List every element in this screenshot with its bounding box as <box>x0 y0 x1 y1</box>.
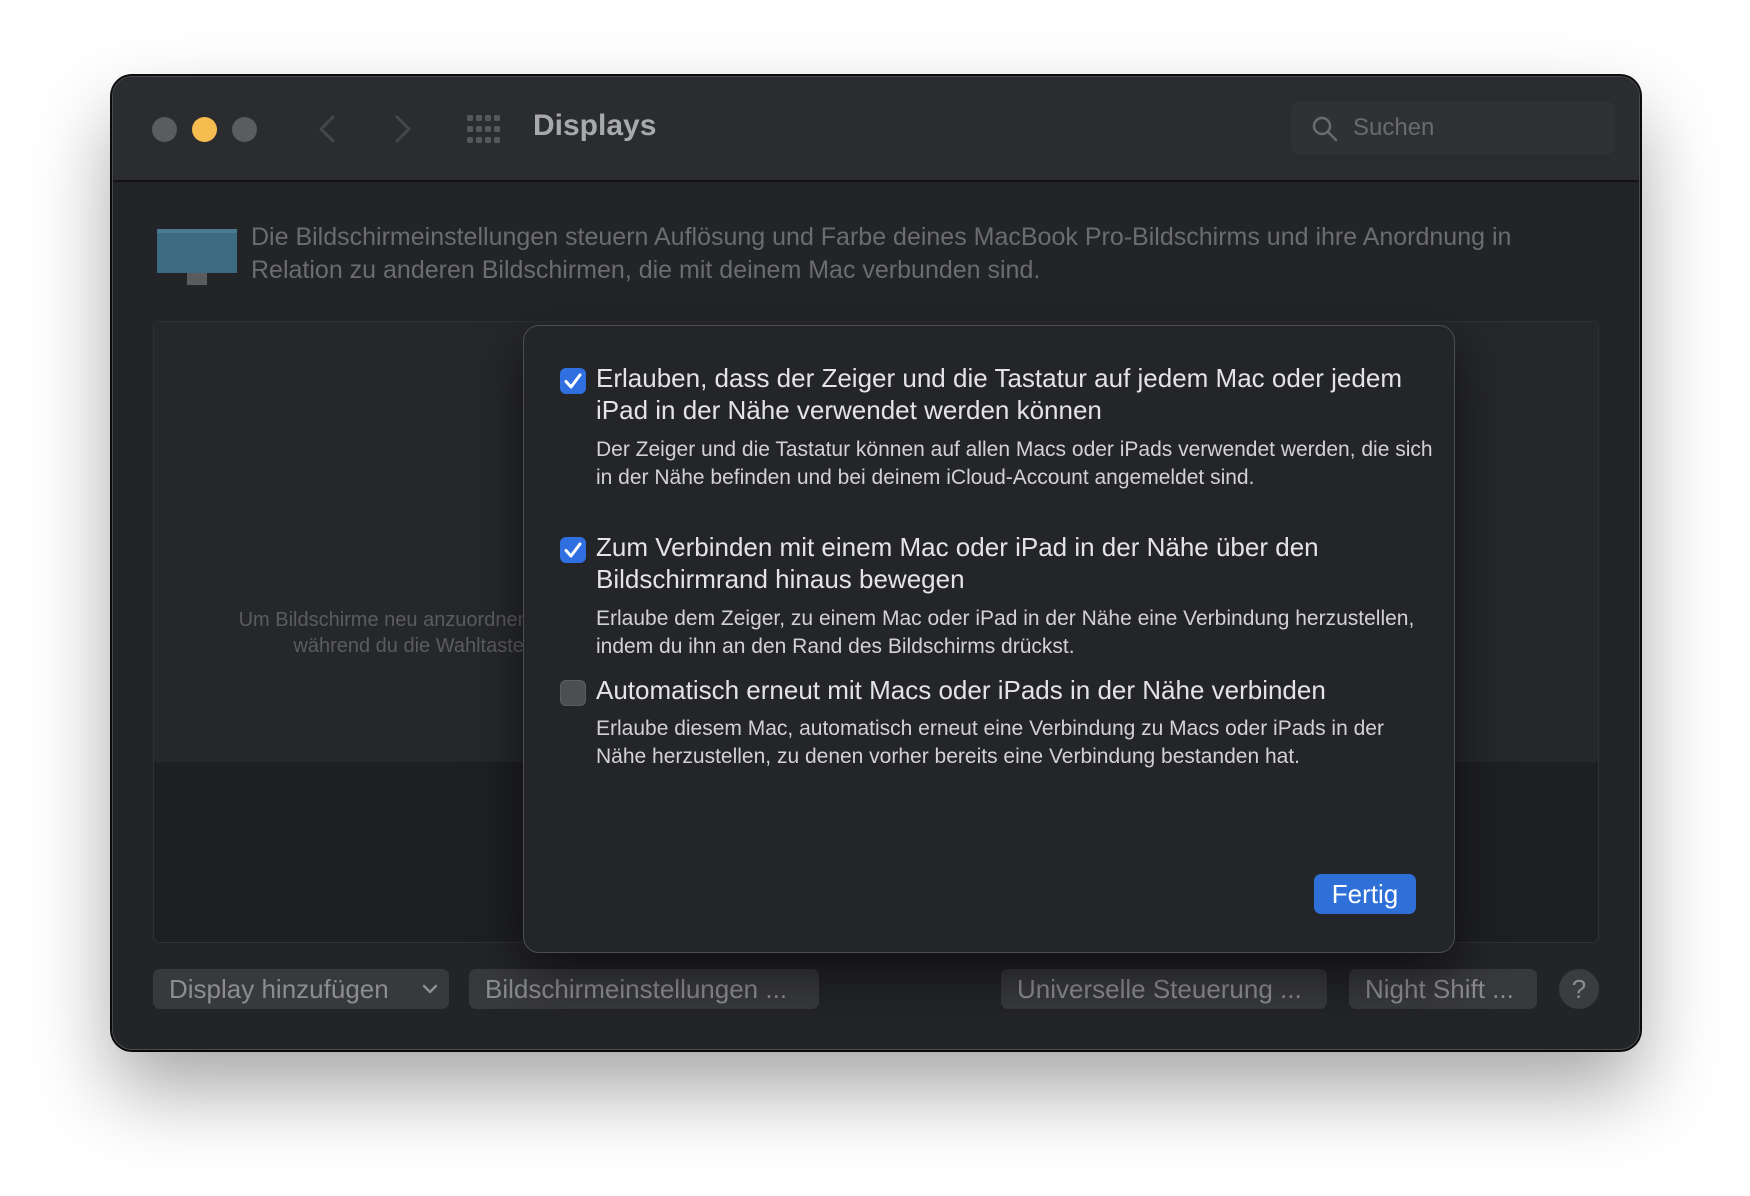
search-field[interactable] <box>1291 101 1615 155</box>
grid-icon[interactable] <box>465 113 503 145</box>
chevron-right-icon[interactable] <box>387 111 417 147</box>
add-display-button[interactable]: Display hinzufügen <box>153 969 449 1009</box>
minimize-icon[interactable] <box>192 117 217 142</box>
checkmark-icon <box>564 373 582 389</box>
universal-control-sheet: Erlauben, dass der Zeiger und die Tastat… <box>523 325 1455 953</box>
option-label: Automatisch erneut mit Macs oder iPads i… <box>596 675 1326 705</box>
option-label: Erlauben, dass der Zeiger und die Tastat… <box>596 363 1402 425</box>
chevron-left-icon[interactable] <box>313 111 343 147</box>
help-button[interactable]: ? <box>1559 969 1599 1009</box>
night-shift-button[interactable]: Night Shift ... <box>1349 969 1537 1009</box>
option-description: Der Zeiger und die Tastatur können auf a… <box>596 438 1433 489</box>
monitor-icon <box>157 229 237 285</box>
checkmark-icon <box>564 542 582 558</box>
done-button[interactable]: Fertig <box>1314 874 1416 914</box>
window-title: Displays <box>533 109 657 142</box>
push-through-edge-checkbox[interactable] <box>560 537 586 563</box>
add-display-label: Display hinzufügen <box>169 974 389 1004</box>
universal-control-button[interactable]: Universelle Steuerung ... <box>1001 969 1327 1009</box>
system-preferences-window: Displays Die Bildschirmeinstellungen ste… <box>112 76 1640 1050</box>
option-description: Erlaube dem Zeiger, zu einem Mac oder iP… <box>596 607 1415 658</box>
maximize-icon[interactable] <box>232 117 257 142</box>
title-bar: Displays <box>113 77 1639 182</box>
description-text: Die Bildschirmeinstellungen steuern Aufl… <box>251 223 1512 284</box>
display-settings-button[interactable]: Bildschirmeinstellungen ... <box>469 969 819 1009</box>
close-icon[interactable] <box>152 117 177 142</box>
allow-pointer-keyboard-checkbox[interactable] <box>560 368 586 394</box>
search-icon <box>1312 116 1338 142</box>
auto-reconnect-checkbox[interactable] <box>560 680 586 706</box>
option-description: Erlaube diesem Mac, automatisch erneut e… <box>596 717 1384 768</box>
option-label: Zum Verbinden mit einem Mac oder iPad in… <box>596 532 1319 594</box>
chevron-down-icon <box>422 984 438 994</box>
search-input[interactable] <box>1353 101 1603 155</box>
